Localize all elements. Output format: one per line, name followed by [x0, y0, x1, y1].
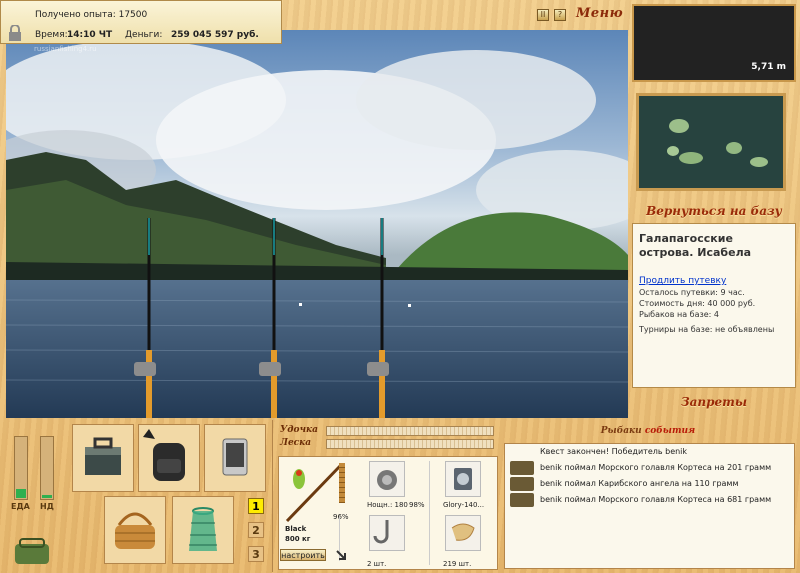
reel-icon — [377, 470, 397, 490]
fishing-scene[interactable] — [6, 30, 628, 418]
scene-landscape — [6, 40, 628, 418]
fish-icon — [510, 493, 534, 507]
depth-sonar-panel: 5,71 m — [632, 4, 796, 82]
help-button[interactable]: ? — [554, 9, 566, 21]
configure-button[interactable]: настроить — [280, 549, 326, 561]
bait-count: 219 шт. — [443, 560, 472, 568]
basket-slot[interactable] — [104, 496, 166, 564]
rod-name: Black — [285, 525, 307, 533]
line-name: Glory-140... — [443, 501, 485, 509]
rod-select-2[interactable]: 2 — [248, 522, 264, 538]
player-info-panel: Получено опыта: 17500 Время: 14:10 ЧТ Де… — [0, 0, 282, 44]
fish-icon — [510, 461, 534, 475]
lock-icon[interactable] — [7, 25, 23, 41]
phone-slot[interactable] — [204, 424, 266, 492]
keepnet-slot[interactable] — [172, 496, 234, 564]
fish-icon — [510, 477, 534, 491]
bans-button[interactable]: Запреты — [632, 395, 796, 409]
pause-button[interactable]: II — [537, 9, 549, 21]
depth-value: 5,71 m — [751, 62, 786, 72]
gear-divider — [429, 461, 430, 565]
rod-select-3[interactable]: 3 — [248, 546, 264, 562]
events-header-fishers[interactable]: Рыбаки — [601, 426, 642, 436]
picnic-basket-icon — [115, 512, 155, 549]
hook-icon — [373, 520, 389, 544]
events-header-events[interactable]: события — [645, 426, 695, 436]
experience-label: Получено опыта: 17500 — [35, 10, 148, 20]
day-cost: Стоимость дня: 40 000 руб. — [639, 299, 756, 308]
hook-count: 2 шт. — [367, 560, 387, 568]
location-title: Галапагосские острова. Исабела — [639, 232, 752, 259]
fishers-count: Рыбаков на базе: 4 — [639, 310, 719, 319]
location-info-panel: Галапагосские острова. Исабела Продлить … — [632, 223, 796, 388]
menu-button[interactable]: Меню — [576, 6, 623, 21]
rod-tension-bar — [326, 426, 494, 436]
trip-remaining: Осталось путевки: 9 час. — [639, 288, 745, 297]
food-label: ЕДА — [11, 502, 30, 511]
line-label: Леска — [280, 438, 312, 448]
time-value: 14:10 ЧТ — [67, 30, 113, 40]
line-tension-bar — [326, 439, 494, 449]
resize-arrow-icon[interactable] — [335, 549, 347, 561]
bait-shrimp-icon — [451, 523, 475, 541]
events-log — [504, 443, 795, 569]
bag-icon[interactable] — [12, 536, 52, 566]
float-marker — [408, 304, 411, 307]
rod-select-1[interactable]: 1 — [248, 498, 264, 514]
return-to-base-button[interactable]: Вернуться на базу — [632, 204, 796, 218]
float-marker — [299, 303, 302, 306]
rod-condition-meter — [339, 463, 345, 503]
line-slot[interactable] — [445, 461, 481, 497]
money-label: Деньги: — [125, 30, 163, 40]
rod-label: Удочка — [280, 425, 318, 435]
food-meter-fill — [16, 489, 26, 498]
tackle-box-slot[interactable] — [72, 424, 134, 492]
extend-trip-link[interactable]: Продлить путевку — [639, 276, 789, 286]
nd-meter-fill — [42, 495, 52, 498]
quest-message: Квест закончен! Победитель benik — [540, 447, 688, 456]
tackle-box-icon — [85, 437, 121, 475]
tournaments-status: Турниры на базе: не объявлены — [639, 325, 775, 334]
events-header: Рыбаки события — [500, 420, 796, 442]
keepnet-icon — [189, 507, 217, 551]
nd-meter — [40, 436, 54, 500]
backpack-icon — [143, 429, 185, 481]
location-map[interactable] — [636, 93, 786, 191]
money-value: 259 045 597 руб. — [171, 30, 259, 40]
reel-condition: 98% — [409, 501, 425, 509]
hook-slot[interactable] — [369, 515, 405, 551]
reel-name: Нощн.: 180 — [367, 501, 408, 509]
time-label: Время: — [35, 30, 68, 40]
rod-weight: 800 кг — [285, 535, 311, 543]
food-meter — [14, 436, 28, 500]
reel-slot[interactable] — [369, 461, 405, 497]
backpack-slot[interactable] — [138, 424, 200, 492]
bait-slot[interactable] — [445, 515, 481, 551]
watermark: russianfishing4.ru — [34, 45, 97, 53]
nd-label: НД — [40, 502, 54, 511]
map-image — [639, 96, 783, 188]
phone-icon — [222, 438, 248, 476]
fishing-line-icon — [454, 468, 472, 490]
